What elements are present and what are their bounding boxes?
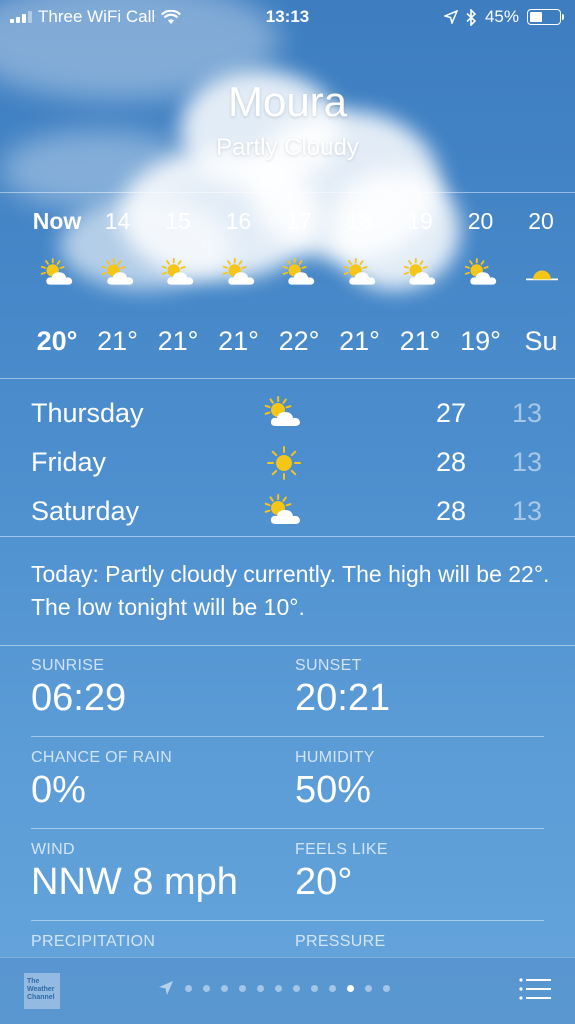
hour-label: 15 [165, 208, 191, 234]
daily-row: Friday 28 13 [0, 435, 575, 483]
page-dot[interactable] [185, 984, 192, 992]
wind-cell: WIND NNW 8 mph [31, 841, 238, 904]
pressure-cell: PRESSURE [295, 933, 385, 951]
page-dot[interactable] [275, 984, 282, 992]
page-dot[interactable] [203, 984, 210, 992]
partly-sunny-icon [343, 258, 379, 290]
day-high-temp: 28 [435, 447, 466, 477]
humidity-value: 50% [295, 769, 372, 811]
wind-value: NNW 8 mph [31, 861, 238, 903]
page-dot[interactable] [329, 984, 336, 992]
partly-sunny-icon [40, 258, 76, 290]
day-high-temp: 27 [435, 398, 466, 428]
partly-sunny-icon [222, 258, 258, 290]
detail-row: CHANCE OF RAIN 0% HUMIDITY 50% [31, 737, 544, 829]
page-indicator[interactable] [158, 980, 390, 996]
day-name: Thursday [31, 398, 144, 428]
city-list-button[interactable] [519, 977, 551, 1003]
page-dot[interactable] [221, 984, 228, 992]
detail-row: WIND NNW 8 mph FEELS LIKE 20° [31, 829, 544, 921]
chance-of-rain-cell: CHANCE OF RAIN 0% [31, 749, 172, 812]
day-name: Friday [31, 447, 107, 477]
sunset-cell: SUNSET 20:21 [295, 657, 390, 720]
page-dot[interactable] [383, 984, 390, 992]
bottom-toolbar: The Weather Channel [0, 957, 575, 1024]
partly-sunny-icon [403, 258, 439, 290]
precipitation-cell: PRECIPITATION [31, 933, 155, 951]
hour-label: 20 [467, 208, 494, 234]
daily-row: Thursday 27 13 [0, 386, 575, 434]
hour-label: 18 [346, 208, 373, 234]
location-services-icon [443, 10, 458, 24]
hour-label: 19 [407, 208, 433, 234]
feels-like-label: FEELS LIKE [295, 841, 388, 858]
page-dot[interactable] [239, 984, 246, 992]
page-dot[interactable] [293, 984, 300, 992]
today-summary: Today: Partly cloudy currently. The high… [31, 561, 550, 620]
feels-like-value: 20° [295, 861, 353, 903]
partly-sunny-icon [264, 396, 304, 432]
page-dot[interactable] [257, 984, 264, 992]
humidity-cell: HUMIDITY 50% [295, 749, 375, 812]
current-location-icon[interactable] [158, 980, 174, 996]
hour-label: 16 [225, 208, 252, 234]
partly-sunny-icon [264, 494, 304, 530]
detail-row: SUNRISE 06:29 SUNSET 20:21 [31, 645, 544, 737]
divider [0, 378, 575, 379]
page-dot[interactable] [365, 984, 372, 992]
partly-sunny-icon [101, 258, 137, 290]
sunset-icon [524, 258, 560, 290]
hourly-forecast[interactable]: Now 20° 14 21° 15 21° 16 21° 17 22° 18 2… [0, 196, 575, 378]
hour-label: 17 [286, 208, 312, 234]
status-bar: Three WiFi Call 13:13 45% [0, 0, 575, 34]
battery-percentage: 45% [484, 7, 519, 26]
precipitation-label: PRECIPITATION [31, 933, 156, 950]
sunny-icon [264, 445, 304, 481]
day-name: Saturday [31, 496, 140, 526]
partly-sunny-icon [161, 258, 197, 290]
partly-sunny-icon [282, 258, 318, 290]
sunset-value: 20:21 [295, 677, 391, 719]
page-dot-active[interactable] [347, 984, 354, 992]
chance-of-rain-value: 0% [31, 769, 86, 811]
hour-label: Now [32, 208, 82, 234]
feels-like-cell: FEELS LIKE 20° [295, 841, 388, 904]
sunrise-value: 06:29 [31, 677, 127, 719]
battery-icon [527, 9, 564, 25]
daily-row: Saturday 28 13 [0, 484, 575, 532]
day-low-temp: 13 [511, 398, 542, 428]
wind-label: WIND [31, 841, 75, 858]
current-condition: Partly Cloudy [216, 134, 359, 161]
sunrise-cell: SUNRISE 06:29 [31, 657, 126, 720]
sunrise-label: SUNRISE [31, 657, 105, 674]
day-low-temp: 13 [511, 447, 542, 477]
divider [0, 192, 575, 193]
hour-label: 14 [104, 208, 131, 234]
hour-temperature: Su [524, 326, 558, 356]
partly-sunny-icon [464, 258, 500, 290]
sunset-label: SUNSET [295, 657, 362, 674]
page-dot[interactable] [311, 984, 318, 992]
divider [0, 536, 575, 537]
day-high-temp: 28 [435, 496, 466, 526]
bluetooth-icon [466, 8, 477, 26]
hour-label: 20 [528, 208, 554, 234]
humidity-label: HUMIDITY [295, 749, 375, 766]
chance-of-rain-label: CHANCE OF RAIN [31, 749, 173, 766]
city-name: Moura [227, 78, 348, 125]
pressure-label: PRESSURE [295, 933, 386, 950]
weather-channel-logo[interactable]: The Weather Channel [24, 973, 60, 1009]
day-low-temp: 13 [511, 496, 542, 526]
